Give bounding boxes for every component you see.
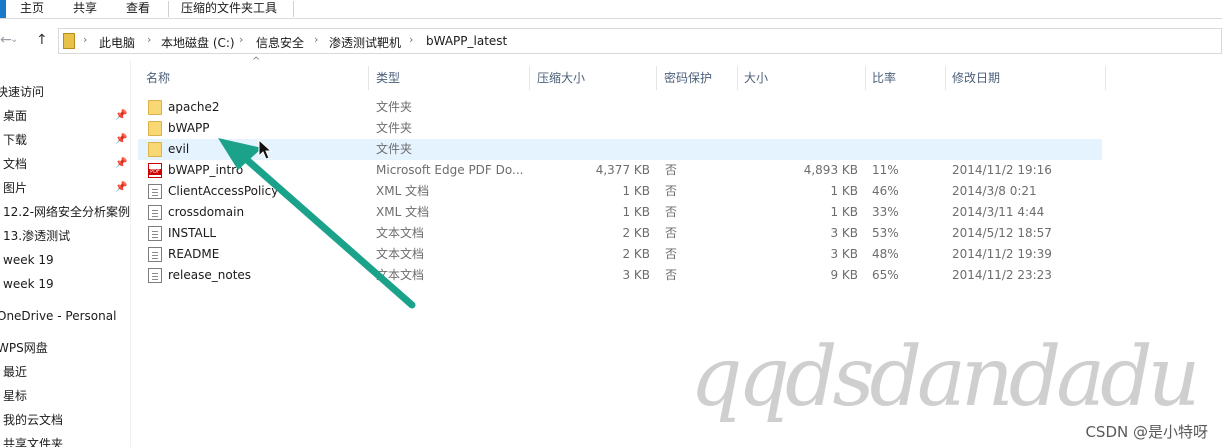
handwritten-watermark: qqdsdandadu [690,330,1200,425]
csdn-credit: CSDN @是小特呀 [1085,423,1208,441]
arrow-shaft [234,148,416,309]
mouse-cursor-icon [258,139,273,160]
